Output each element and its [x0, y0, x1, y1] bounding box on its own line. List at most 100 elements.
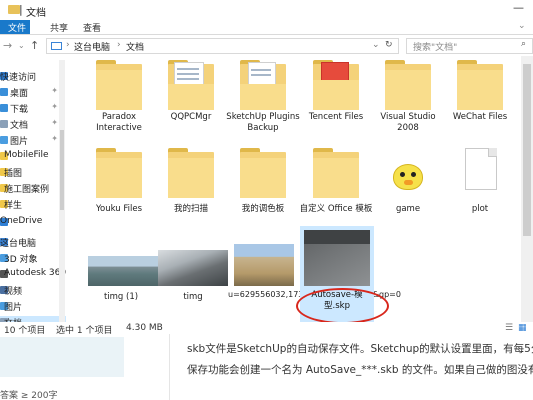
forward-arrow-icon[interactable]: → [3, 39, 12, 52]
article-line-1: skb文件是SketchUp的自动保存文件。Sketchup的默认设置里面，有每… [187, 343, 533, 355]
recent-locations-icon[interactable]: ⌄ [18, 41, 25, 50]
file-item[interactable]: SketchUp Plugins Backup [226, 56, 300, 136]
file-item[interactable]: Youku Files [82, 144, 156, 224]
search-input[interactable]: 搜索"文档" ⌕ [406, 38, 533, 54]
file-name: u=629556032,1733800848&fm=26&gp=0 [228, 290, 401, 300]
file-list-scrollbar-thumb[interactable] [523, 64, 531, 236]
pin-icon: ✦ [51, 102, 58, 111]
breadcrumb-this-pc[interactable]: 这台电脑 [74, 40, 110, 53]
nav-item-documents[interactable]: 文档 ✦ [0, 118, 66, 134]
game-icon-eye [411, 172, 416, 177]
page-divider [169, 334, 170, 400]
nav-scrollbar-thumb[interactable] [60, 130, 64, 210]
document-icon [0, 120, 8, 128]
file-explorer-window: | 文档 — 文件 共享 查看 ⌄ → ⌄ ↑ › 这台电脑 › 文档 ⌄ ↻ [0, 0, 533, 336]
file-item[interactable]: QQPCMgr [154, 56, 228, 136]
ribbon-tabs: 文件 共享 查看 ⌄ [0, 20, 533, 35]
address-row: → ⌄ ↑ › 这台电脑 › 文档 ⌄ ↻ 搜索"文档" ⌕ [0, 36, 533, 56]
address-bar[interactable]: › 这台电脑 › 文档 ⌄ ↻ [46, 38, 399, 54]
nav-item-videos[interactable]: 视频 [0, 284, 66, 300]
breadcrumb-documents[interactable]: 文档 [126, 40, 144, 53]
file-item[interactable]: Visual Studio 2008 [371, 56, 445, 136]
minimize-button[interactable]: — [513, 1, 524, 14]
up-arrow-icon[interactable]: ↑ [30, 39, 39, 52]
file-item[interactable]: 我的调色板 [226, 144, 300, 224]
folder-red-icon [313, 60, 359, 110]
folder-documents-icon [168, 60, 214, 110]
file-name: Tencent Files [308, 112, 364, 122]
screen: | 文档 — 文件 共享 查看 ⌄ → ⌄ ↑ › 这台电脑 › 文档 ⌄ ↻ [0, 0, 533, 400]
page-thumbnail [0, 337, 124, 377]
folder-icon [96, 60, 142, 110]
computer-icon [51, 42, 62, 50]
search-placeholder: 搜索"文档" [413, 43, 458, 53]
file-list: Paradox Interactive QQPCMgr SketchUp Plu… [66, 56, 521, 322]
title-bar: | 文档 — [0, 0, 533, 20]
file-name: Youku Files [95, 204, 143, 214]
folder-icon [385, 60, 431, 110]
nav-item-pictures[interactable]: 图片 ✦ [0, 134, 66, 150]
photo-thumbnail [234, 244, 294, 286]
tab-view[interactable]: 查看 [83, 21, 101, 34]
file-item[interactable]: WeChat Files [443, 56, 517, 136]
file-item[interactable]: 自定义 Office 模板 [299, 144, 373, 224]
file-name: Paradox Interactive [96, 112, 142, 133]
address-dropdown-icon[interactable]: ⌄ [372, 40, 380, 50]
breadcrumb-separator: › [66, 40, 70, 50]
nav-item-3d-objects[interactable]: 3D 对象 [0, 252, 66, 268]
navigation-pane: 快速访问 桌面 ✦ 下载 ✦ 文档 ✦ 图片 ✦ MobileFile 插图 施工图案例 [0, 60, 66, 322]
file-item[interactable]: game [371, 144, 445, 224]
skp-thumbnail-roof [304, 230, 370, 244]
nav-item-downloads[interactable]: 下载 ✦ [0, 102, 66, 118]
nav-item-desktop[interactable]: 桌面 ✦ [0, 86, 66, 102]
file-item[interactable]: u=629556032,1733800848&fm=26&gp=0 [228, 232, 401, 322]
item-count: 10 个项目 [4, 326, 46, 336]
file-name: timg [183, 292, 203, 302]
details-view-icon[interactable]: ☰ [505, 323, 513, 333]
nav-item-quick-access[interactable]: 快速访问 [0, 70, 66, 86]
folder-icon [96, 148, 142, 198]
nav-item-onedrive[interactable]: OneDrive [0, 216, 66, 232]
nav-item-yangsheng[interactable]: 样生 [0, 198, 66, 214]
refresh-icon[interactable]: ↻ [385, 40, 393, 50]
annotation-circle [296, 288, 389, 324]
expand-ribbon-icon[interactable]: ⌄ [518, 21, 526, 31]
folder-icon [313, 148, 359, 198]
answer-length-hint: 答案 ≥ 200字 [0, 391, 58, 400]
file-name: plot [471, 204, 489, 214]
file-item[interactable]: 我的扫描 [154, 144, 228, 224]
tab-share[interactable]: 共享 [50, 21, 68, 34]
file-item[interactable]: timg (1) [84, 232, 158, 322]
photo-thumbnail [158, 250, 228, 286]
file-item[interactable]: timg [156, 232, 230, 322]
search-icon: ⌕ [521, 39, 527, 49]
file-name: Visual Studio 2008 [380, 112, 436, 133]
tab-file[interactable]: 文件 [0, 20, 30, 35]
ribbon-divider [0, 34, 533, 35]
file-item[interactable]: plot [443, 144, 517, 224]
window-title: 文档 [26, 8, 46, 19]
file-name: 我的扫描 [173, 204, 208, 214]
nav-item-construction-cases[interactable]: 施工图案例 [0, 182, 66, 198]
breadcrumb-separator: › [117, 40, 121, 50]
pin-icon: ✦ [51, 118, 58, 127]
photo-thumbnail [88, 256, 158, 286]
article-line-2: 保存功能会创建一个名为 AutoSave_***.skb 的文件。如果自己做的图… [187, 364, 533, 376]
quick-access-separator: | [19, 3, 23, 16]
file-item[interactable]: Tencent Files [299, 56, 373, 136]
nav-item-illustrations[interactable]: 插图 [0, 166, 66, 182]
file-corner-fold [488, 148, 497, 157]
large-icons-view-icon[interactable]: ▦ [518, 323, 527, 333]
selected-size: 4.30 MB [126, 323, 163, 333]
nav-item-pictures-pc[interactable]: 图片 [0, 300, 66, 316]
nav-item-autodesk-360[interactable]: Autodesk 360 [0, 268, 66, 284]
download-icon [0, 104, 8, 112]
nav-item-mobilefile[interactable]: MobileFile [0, 150, 66, 166]
nav-item-this-pc[interactable]: 这台电脑 [0, 236, 66, 252]
selected-count: 选中 1 个项目 [56, 326, 113, 336]
pictures-icon [0, 136, 8, 144]
file-item[interactable]: Paradox Interactive [82, 56, 156, 136]
pin-icon: ✦ [51, 86, 58, 95]
file-name: QQPCMgr [170, 112, 212, 122]
folder-icon [168, 148, 214, 198]
